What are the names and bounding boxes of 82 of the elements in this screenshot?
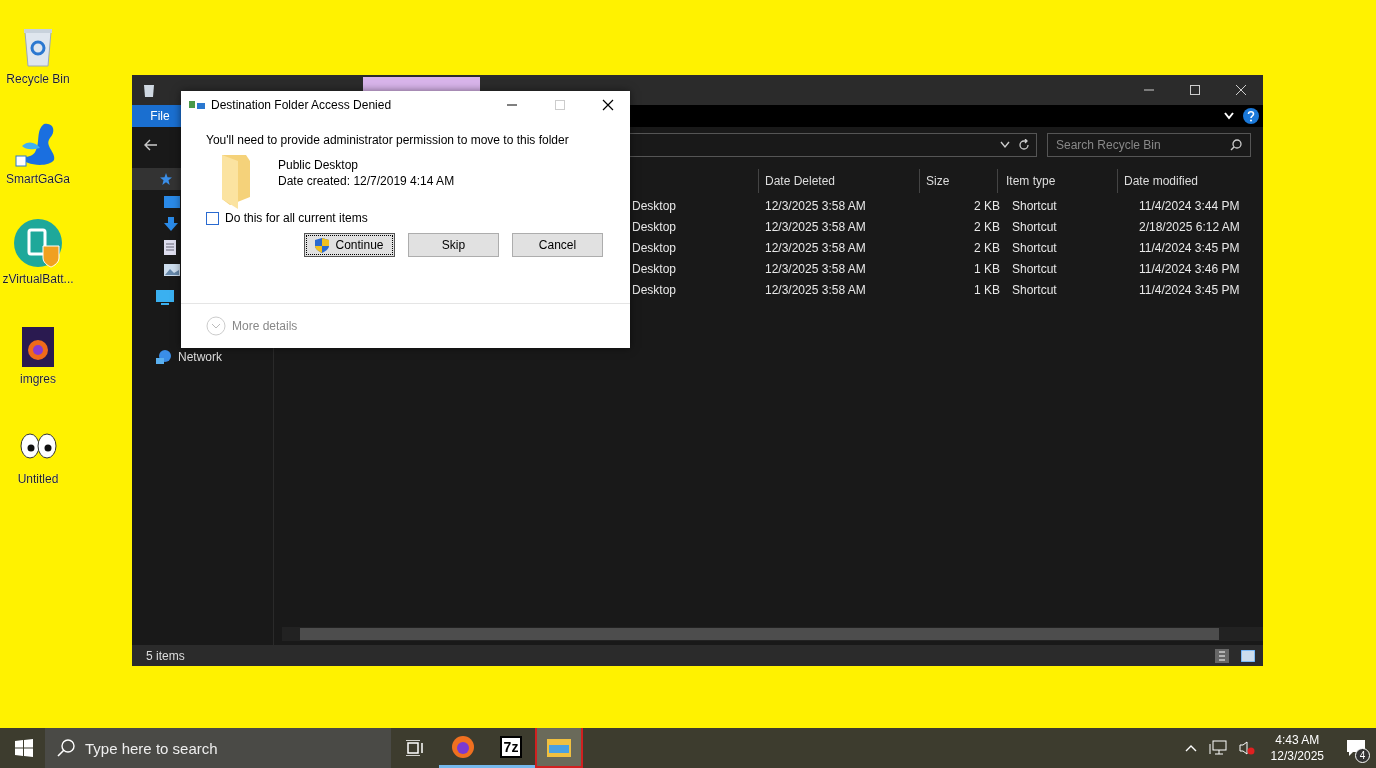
folder-icon — [547, 737, 571, 757]
more-details-link[interactable]: More details — [232, 319, 298, 333]
continue-button[interactable]: Continue — [304, 233, 395, 257]
table-cell-text: 12/3/2025 3:58 AM — [764, 219, 867, 234]
dialog-button[interactable]: Skip — [408, 233, 499, 257]
table-cell: Desktop — [632, 240, 677, 255]
column-header[interactable]: Size — [919, 169, 997, 193]
recycle-bin-icon[interactable] — [21, 26, 55, 68]
details-view-icon[interactable] — [1215, 648, 1229, 663]
download-arrow-icon[interactable] — [164, 217, 178, 231]
image-file-icon[interactable] — [21, 326, 55, 368]
speaker-muted-icon[interactable] — [1238, 741, 1255, 755]
browser-icon — [451, 734, 475, 759]
search-field[interactable]: Search Recycle Bin — [1047, 133, 1251, 157]
table-cell-text: 11/4/2024 3:44 PM — [1138, 198, 1241, 213]
folder-date: Date created: 12/7/2019 4:14 AM — [278, 174, 455, 188]
folder-move-icon — [189, 100, 205, 110]
table-cell-text: Shortcut — [1011, 240, 1058, 255]
table-cell-text: Shortcut — [1011, 219, 1058, 234]
network-icon[interactable] — [1208, 740, 1227, 756]
horizontal-scrollbar[interactable] — [282, 627, 1263, 641]
star-icon — [160, 173, 172, 185]
back-arrow-icon[interactable] — [144, 139, 158, 151]
help-icon[interactable] — [1243, 108, 1259, 124]
desktop-icon-label[interactable]: Recycle Bin — [6, 72, 70, 86]
table-cell: Desktop — [632, 198, 677, 213]
table-cell-text: Shortcut — [1011, 282, 1058, 297]
taskbar-search-field[interactable]: Type here to search — [45, 728, 391, 768]
search-icon — [57, 739, 75, 757]
table-cell: Desktop — [632, 261, 677, 276]
table-cell-text: 1 KB — [973, 261, 1001, 276]
checkbox-label[interactable]: Do this for all current items — [225, 211, 368, 225]
notification-count: 4 — [1355, 748, 1370, 763]
refresh-icon[interactable] — [1018, 139, 1030, 151]
column-header[interactable]: Date Deleted — [758, 169, 919, 193]
dialog-message: You'll need to provide administrator permission to move to this folder — [206, 133, 570, 147]
checkbox[interactable] — [206, 211, 219, 225]
folder-name: Public Desktop — [278, 158, 360, 172]
maximize-icon[interactable] — [1189, 84, 1201, 96]
table-cell-text: 11/4/2024 3:45 PM — [1138, 240, 1241, 255]
column-header[interactable]: Item type — [997, 169, 1117, 193]
table-cell-text: 12/3/2025 3:58 AM — [764, 198, 867, 213]
search-icon[interactable] — [1230, 139, 1242, 151]
table-cell-text: 12/3/2025 3:58 AM — [764, 240, 867, 255]
table-cell-text: 11/4/2024 3:45 PM — [1138, 282, 1241, 297]
desktop-icon-label[interactable]: SmartGaGa — [6, 172, 70, 186]
close-icon[interactable] — [602, 99, 614, 111]
large-icons-view-icon[interactable] — [1241, 649, 1255, 662]
clock-time[interactable]: 4:43 AM — [1275, 732, 1320, 748]
desktop-icon-label[interactable]: imgres — [20, 372, 56, 386]
desktop-icon-label[interactable]: zVirtualBatt... — [2, 272, 74, 286]
table-cell-text: 1 KB — [973, 282, 1001, 297]
table-cell-text: 2 KB — [973, 240, 1001, 255]
windows-start-icon[interactable] — [15, 739, 33, 757]
battery-shield-icon[interactable] — [13, 218, 63, 268]
desktop-icon-label[interactable]: Untitled — [17, 472, 59, 486]
image-icon[interactable] — [164, 264, 180, 276]
network-nav-item[interactable]: Network — [156, 349, 222, 365]
table-cell: Desktop — [632, 219, 677, 234]
table-cell-text: 2 KB — [973, 219, 1001, 234]
dialog-button[interactable]: Cancel — [512, 233, 603, 257]
chevron-up-icon[interactable] — [1184, 744, 1197, 752]
table-cell-text: 2 KB — [973, 198, 1001, 213]
dialog-title: Destination Folder Access Denied — [211, 98, 392, 112]
recycle-bin-icon — [142, 82, 156, 98]
taskbar-app-button[interactable] — [535, 728, 583, 768]
table-cell-text: Shortcut — [1011, 198, 1058, 213]
network-icon — [156, 349, 172, 365]
shield-icon — [315, 237, 330, 253]
table-cell-text: 2/18/2025 6:12 AM — [1138, 219, 1241, 234]
computer-icon[interactable] — [156, 290, 174, 306]
chevron-down-icon[interactable] — [1000, 141, 1010, 149]
task-view-icon — [406, 740, 424, 756]
column-header[interactable]: Date modified — [1117, 169, 1241, 193]
table-cell-text: Shortcut — [1011, 261, 1058, 276]
table-cell-text: 11/4/2024 3:46 PM — [1138, 261, 1241, 276]
table-cell-text: 12/3/2025 3:58 AM — [764, 282, 867, 297]
clock-date[interactable]: 12/3/2025 — [1270, 748, 1324, 764]
table-cell-text: 12/3/2025 3:58 AM — [764, 261, 867, 276]
item-count: 5 items — [146, 648, 185, 663]
table-cell: Desktop — [632, 282, 677, 297]
maximize-icon — [554, 99, 566, 111]
